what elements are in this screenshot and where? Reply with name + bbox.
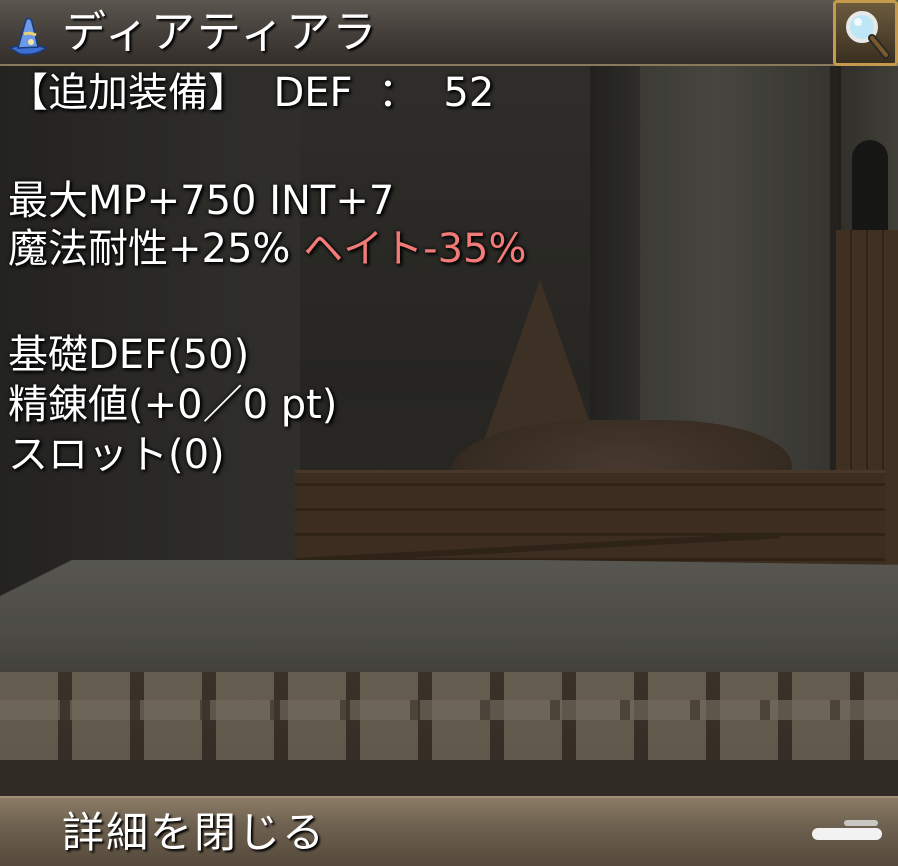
- extra-equip-label: 【追加装備】: [8, 70, 248, 116]
- handle-tab: [844, 820, 878, 826]
- close-details-label: 詳細を閉じる: [62, 808, 327, 857]
- item-stats: 【追加装備】 DEF ： 52 最大MP+750 INT+7 魔法耐性+25% …: [8, 66, 526, 478]
- item-name: ディアティアラ: [62, 7, 379, 58]
- item-title-bar: ディアティアラ: [0, 0, 898, 66]
- drag-handle[interactable]: [812, 828, 882, 840]
- mp-int-line: 最大MP+750 INT+7: [8, 178, 395, 224]
- hate-stat: ヘイト-35%: [303, 226, 527, 272]
- base-def-line: 基礎DEF(50): [8, 332, 250, 378]
- refine-line: 精錬値(+0／0 pt): [8, 382, 338, 428]
- extra-stat-separator: ：: [377, 70, 418, 116]
- resist-hate-line: 魔法耐性+25% ヘイト-35%: [8, 222, 526, 276]
- close-details-button[interactable]: 詳細を閉じる: [0, 796, 898, 866]
- zoom-button[interactable]: [833, 0, 898, 66]
- extra-stat-name: DEF: [273, 70, 353, 116]
- extra-equip-line: 【追加装備】 DEF ： 52: [8, 66, 494, 120]
- magic-resist-stat: 魔法耐性+25%: [8, 226, 291, 272]
- extra-stat-value: 52: [443, 70, 495, 116]
- wizard-hat-icon: [6, 14, 50, 58]
- slot-line: スロット(0): [8, 432, 225, 478]
